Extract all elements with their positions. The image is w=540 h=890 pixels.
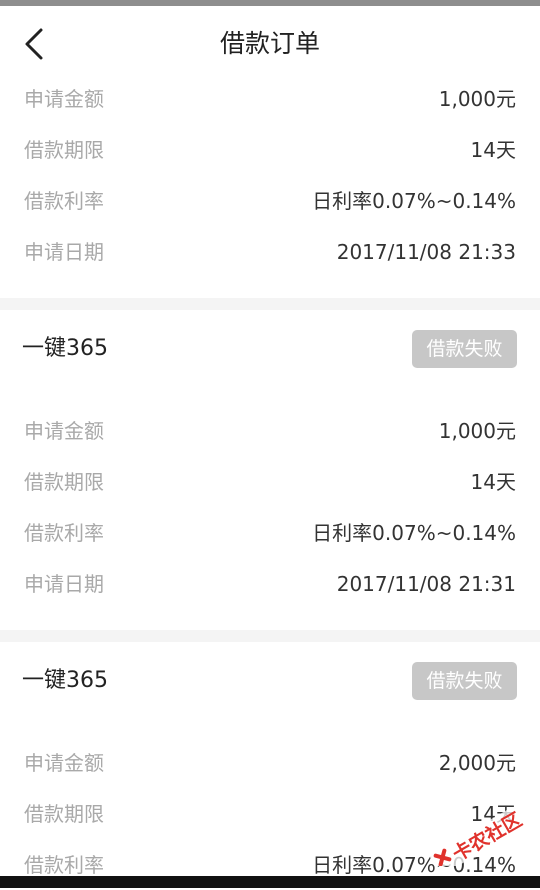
detail-value: 14天 (470, 138, 516, 162)
section-divider (0, 298, 540, 310)
order-card-header[interactable]: 一键365 借款失败 (0, 643, 540, 719)
detail-label: 借款期限 (24, 802, 104, 826)
back-button[interactable] (12, 18, 56, 70)
detail-row-amount: 申请金额 1,000元 (0, 74, 540, 124)
detail-row-rate: 借款利率 日利率0.07%~0.14% (0, 176, 540, 226)
detail-value: 2017/11/08 21:33 (336, 240, 516, 264)
detail-label: 申请金额 (24, 87, 104, 111)
status-badge: 借款失败 (412, 662, 517, 700)
detail-label: 申请金额 (24, 419, 104, 443)
detail-row-term: 借款期限 14天 (0, 125, 540, 175)
detail-value: 1,000元 (438, 419, 516, 443)
page-title: 借款订单 (219, 29, 320, 58)
detail-label: 申请金额 (24, 751, 104, 775)
detail-row-rate: 借款利率 日利率0.07%~0.14% (0, 508, 540, 558)
order-card-header[interactable]: 一键365 借款失败 (0, 311, 540, 387)
status-badge: 借款失败 (412, 330, 517, 368)
detail-row-term: 借款期限 14天 (0, 457, 540, 507)
detail-label: 借款期限 (24, 470, 104, 494)
detail-row-date: 申请日期 2017/11/08 21:33 (0, 227, 540, 277)
detail-row-term: 借款期限 14天 (0, 789, 540, 839)
detail-value: 2,000元 (438, 751, 516, 775)
detail-label: 申请日期 (24, 572, 104, 596)
detail-value: 1,000元 (438, 87, 516, 111)
detail-row-date: 申请日期 2017/11/08 21:31 (0, 559, 540, 609)
detail-label: 借款利率 (24, 521, 104, 545)
detail-value: 日利率0.07%~0.14% (312, 189, 516, 213)
detail-value: 14天 (470, 470, 516, 494)
detail-label: 申请日期 (24, 240, 104, 264)
detail-label: 借款利率 (24, 189, 104, 213)
detail-row-amount: 申请金额 2,000元 (0, 738, 540, 788)
order-product-name: 一键365 (22, 668, 108, 693)
detail-label: 借款期限 (24, 138, 104, 162)
detail-row-amount: 申请金额 1,000元 (0, 406, 540, 456)
order-product-name: 一键365 (22, 336, 108, 361)
chevron-left-icon (25, 28, 43, 60)
detail-value: 2017/11/08 21:31 (336, 572, 516, 596)
section-divider (0, 630, 540, 642)
detail-value: 日利率0.07%~0.14% (312, 521, 516, 545)
app-header: 借款订单 (0, 6, 540, 82)
detail-value: 14天 (470, 802, 516, 826)
bottom-bar (0, 876, 540, 888)
